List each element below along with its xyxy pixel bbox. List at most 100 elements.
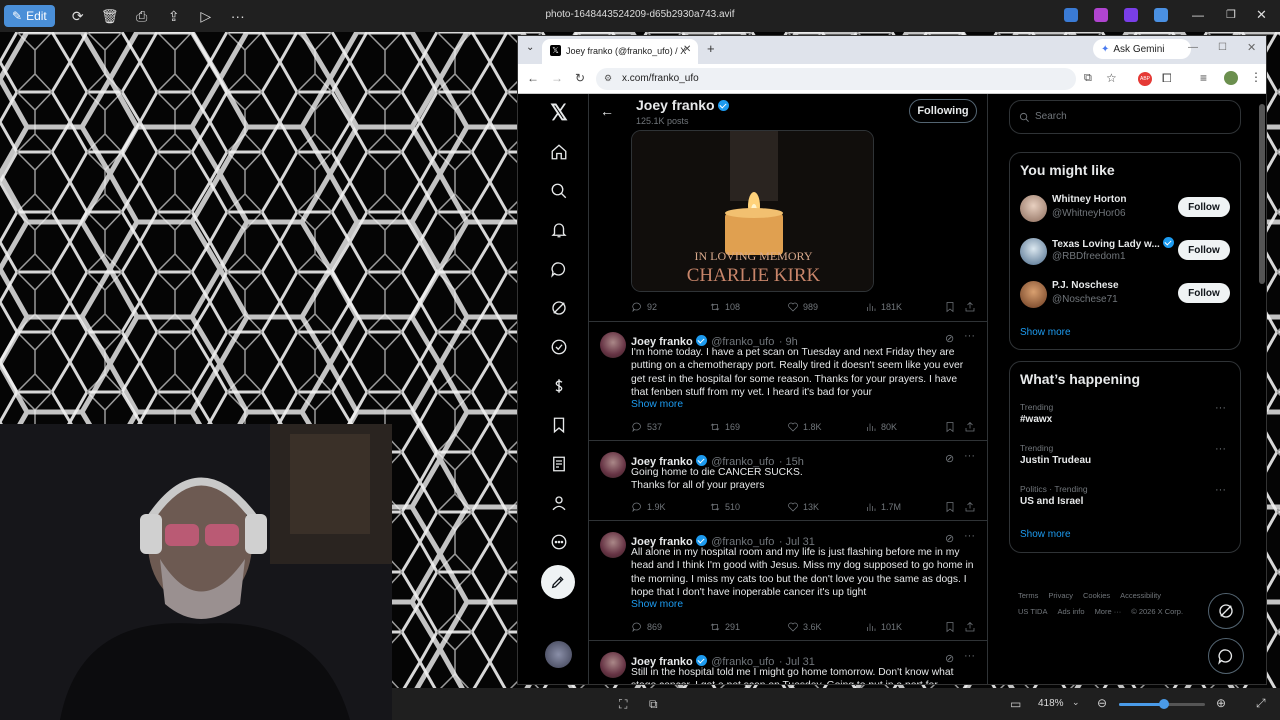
site-info-icon[interactable]: ⚙ xyxy=(604,73,612,84)
tweet-2[interactable]: Joey franko @franko_ufo · 15h ⊘ ··· Goin… xyxy=(588,442,988,521)
like-button[interactable]: 989 xyxy=(787,301,818,313)
edit-button[interactable]: ✎ Edit xyxy=(4,5,55,27)
app-icon-3[interactable] xyxy=(1124,8,1138,22)
tweet-more-icon[interactable]: ··· xyxy=(964,650,975,662)
grok-floating-button[interactable] xyxy=(1208,593,1244,629)
views-button[interactable]: 1.7M xyxy=(865,501,901,513)
show-more-link[interactable]: Show more xyxy=(631,399,683,410)
zoom-slider-thumb[interactable] xyxy=(1159,699,1169,709)
show-more-link[interactable]: Show more xyxy=(1020,529,1071,540)
footer-link[interactable]: US TIDA xyxy=(1018,607,1047,616)
explore-icon[interactable] xyxy=(548,180,570,202)
trend-item[interactable]: Politics · Trending US and Israel ··· xyxy=(1010,484,1240,520)
tweet-3[interactable]: Joey franko @franko_ufo · Jul 31 ⊘ ··· A… xyxy=(588,522,988,641)
grok-tweet-icon[interactable]: ⊘ xyxy=(945,332,954,345)
browser-maximize-icon[interactable]: ☐ xyxy=(1218,42,1227,53)
suggestion-3[interactable]: P.J. Noschese @Noschese71 Follow xyxy=(1010,279,1240,319)
footer-ads-info[interactable]: Ads info xyxy=(1057,607,1084,616)
tweet-avatar[interactable] xyxy=(600,332,626,358)
grok-tweet-icon[interactable]: ⊘ xyxy=(945,452,954,465)
reply-button[interactable]: 1.9K xyxy=(631,501,666,513)
minimize-icon[interactable]: — xyxy=(1192,8,1204,22)
follow-button[interactable]: Follow xyxy=(1178,283,1230,303)
more-options-icon[interactable] xyxy=(548,531,570,553)
grok-icon[interactable] xyxy=(548,297,570,319)
share-button[interactable] xyxy=(964,301,976,313)
zoom-out-icon[interactable]: ⊖ xyxy=(1097,696,1107,710)
notifications-icon[interactable] xyxy=(548,219,570,241)
grok-tweet-icon[interactable]: ⊘ xyxy=(945,532,954,545)
views-button[interactable]: 181K xyxy=(865,301,902,313)
footer-terms[interactable]: Terms xyxy=(1018,591,1038,600)
tweet-more-icon[interactable]: ··· xyxy=(964,530,975,542)
ask-gemini-button[interactable]: ✦ Ask Gemini xyxy=(1093,39,1191,59)
share-icon[interactable]: ⇪ xyxy=(159,4,189,28)
messages-floating-button[interactable] xyxy=(1208,638,1244,674)
back-icon[interactable]: ← xyxy=(527,71,539,85)
zoom-level[interactable]: 418% xyxy=(1038,698,1064,709)
home-icon[interactable] xyxy=(548,141,570,163)
media-icon[interactable]: ≡ xyxy=(1200,71,1207,85)
bookmark-star-icon[interactable]: ☆ xyxy=(1106,71,1117,85)
suggestion-name-row[interactable]: Texas Loving Lady w... xyxy=(1052,237,1174,250)
monetization-icon[interactable] xyxy=(548,375,570,397)
show-more-link[interactable]: Show more xyxy=(1020,327,1071,338)
url-field[interactable]: ⚙ x.com/franko_ufo xyxy=(596,68,1076,90)
repost-button[interactable]: 108 xyxy=(709,301,740,313)
footer-accessibility[interactable]: Accessibility xyxy=(1120,591,1161,600)
follow-button[interactable]: Follow xyxy=(1178,197,1230,217)
browser-close-icon[interactable]: ✕ xyxy=(1247,41,1256,54)
footer-cookies[interactable]: Cookies xyxy=(1083,591,1110,600)
suggestion-1[interactable]: Whitney Horton @WhitneyHor06 Follow xyxy=(1010,193,1240,233)
compose-button[interactable] xyxy=(541,565,575,599)
tweet-avatar[interactable] xyxy=(600,452,626,478)
back-arrow-icon[interactable]: ← xyxy=(600,103,614,119)
page-scrollbar[interactable] xyxy=(1259,104,1265,284)
following-button[interactable]: Following xyxy=(909,99,977,123)
app-icon-1[interactable] xyxy=(1064,8,1078,22)
footer-privacy[interactable]: Privacy xyxy=(1048,591,1073,600)
trend-more-icon[interactable]: ··· xyxy=(1215,484,1226,496)
install-icon[interactable]: ⧉ xyxy=(1084,72,1092,85)
reply-button[interactable]: 537 xyxy=(631,421,662,433)
maximize-icon[interactable]: ❐ xyxy=(1226,8,1236,21)
trend-more-icon[interactable]: ··· xyxy=(1215,443,1226,455)
views-button[interactable]: 80K xyxy=(865,421,897,433)
tweet-avatar[interactable] xyxy=(600,652,626,678)
tweet-more-icon[interactable]: ··· xyxy=(964,330,975,342)
search-box[interactable]: Search xyxy=(1009,100,1241,134)
trend-more-icon[interactable]: ··· xyxy=(1215,402,1226,414)
bookmark-button[interactable] xyxy=(944,501,956,513)
bookmark-button[interactable] xyxy=(944,301,956,313)
rotate-icon[interactable]: ⟳ xyxy=(63,4,93,28)
share-button[interactable] xyxy=(964,421,976,433)
views-button[interactable]: 101K xyxy=(865,621,902,633)
suggestion-name[interactable]: Whitney Horton xyxy=(1052,194,1126,205)
trend-item[interactable]: Trending #wawx ··· xyxy=(1010,402,1240,438)
fit-icon[interactable]: ⛶ xyxy=(619,697,627,712)
more-icon[interactable]: ··· xyxy=(223,4,253,28)
account-avatar[interactable] xyxy=(545,641,572,668)
extensions-icon[interactable]: ⧠ xyxy=(1162,71,1172,86)
actual-size-icon[interactable]: ▭ xyxy=(1010,697,1021,711)
active-tab[interactable]: 𝕏 Joey franko (@franko_ufo) / X ✕ xyxy=(542,39,698,64)
suggestion-avatar[interactable] xyxy=(1020,281,1047,308)
suggestion-2[interactable]: Texas Loving Lady w... @RBDfreedom1 Foll… xyxy=(1010,236,1240,276)
forward-icon[interactable]: → xyxy=(551,71,563,85)
zoom-slider[interactable] xyxy=(1119,699,1205,709)
profile-icon[interactable] xyxy=(548,492,570,514)
memorial-image[interactable]: IN LOVING MEMORY CHARLIE KIRK xyxy=(631,130,874,292)
x-logo-icon[interactable]: 𝕏 xyxy=(548,100,570,125)
bookmark-button[interactable] xyxy=(944,621,956,633)
tweet-1[interactable]: Joey franko @franko_ufo · 9h ⊘ ··· I'm h… xyxy=(588,322,988,441)
new-tab-icon[interactable]: + xyxy=(707,41,715,56)
articles-icon[interactable] xyxy=(548,453,570,475)
suggestion-avatar[interactable] xyxy=(1020,238,1047,265)
reload-icon[interactable]: ↻ xyxy=(575,71,585,85)
bookmarks-icon[interactable] xyxy=(548,414,570,436)
browser-menu-icon[interactable]: ⋮ xyxy=(1250,70,1262,84)
suggestion-name[interactable]: P.J. Noschese xyxy=(1052,280,1119,291)
trend-item[interactable]: Trending Justin Trudeau ··· xyxy=(1010,443,1240,479)
onedrive-icon[interactable] xyxy=(1154,8,1168,22)
print-icon[interactable]: ⎙ xyxy=(127,4,157,28)
